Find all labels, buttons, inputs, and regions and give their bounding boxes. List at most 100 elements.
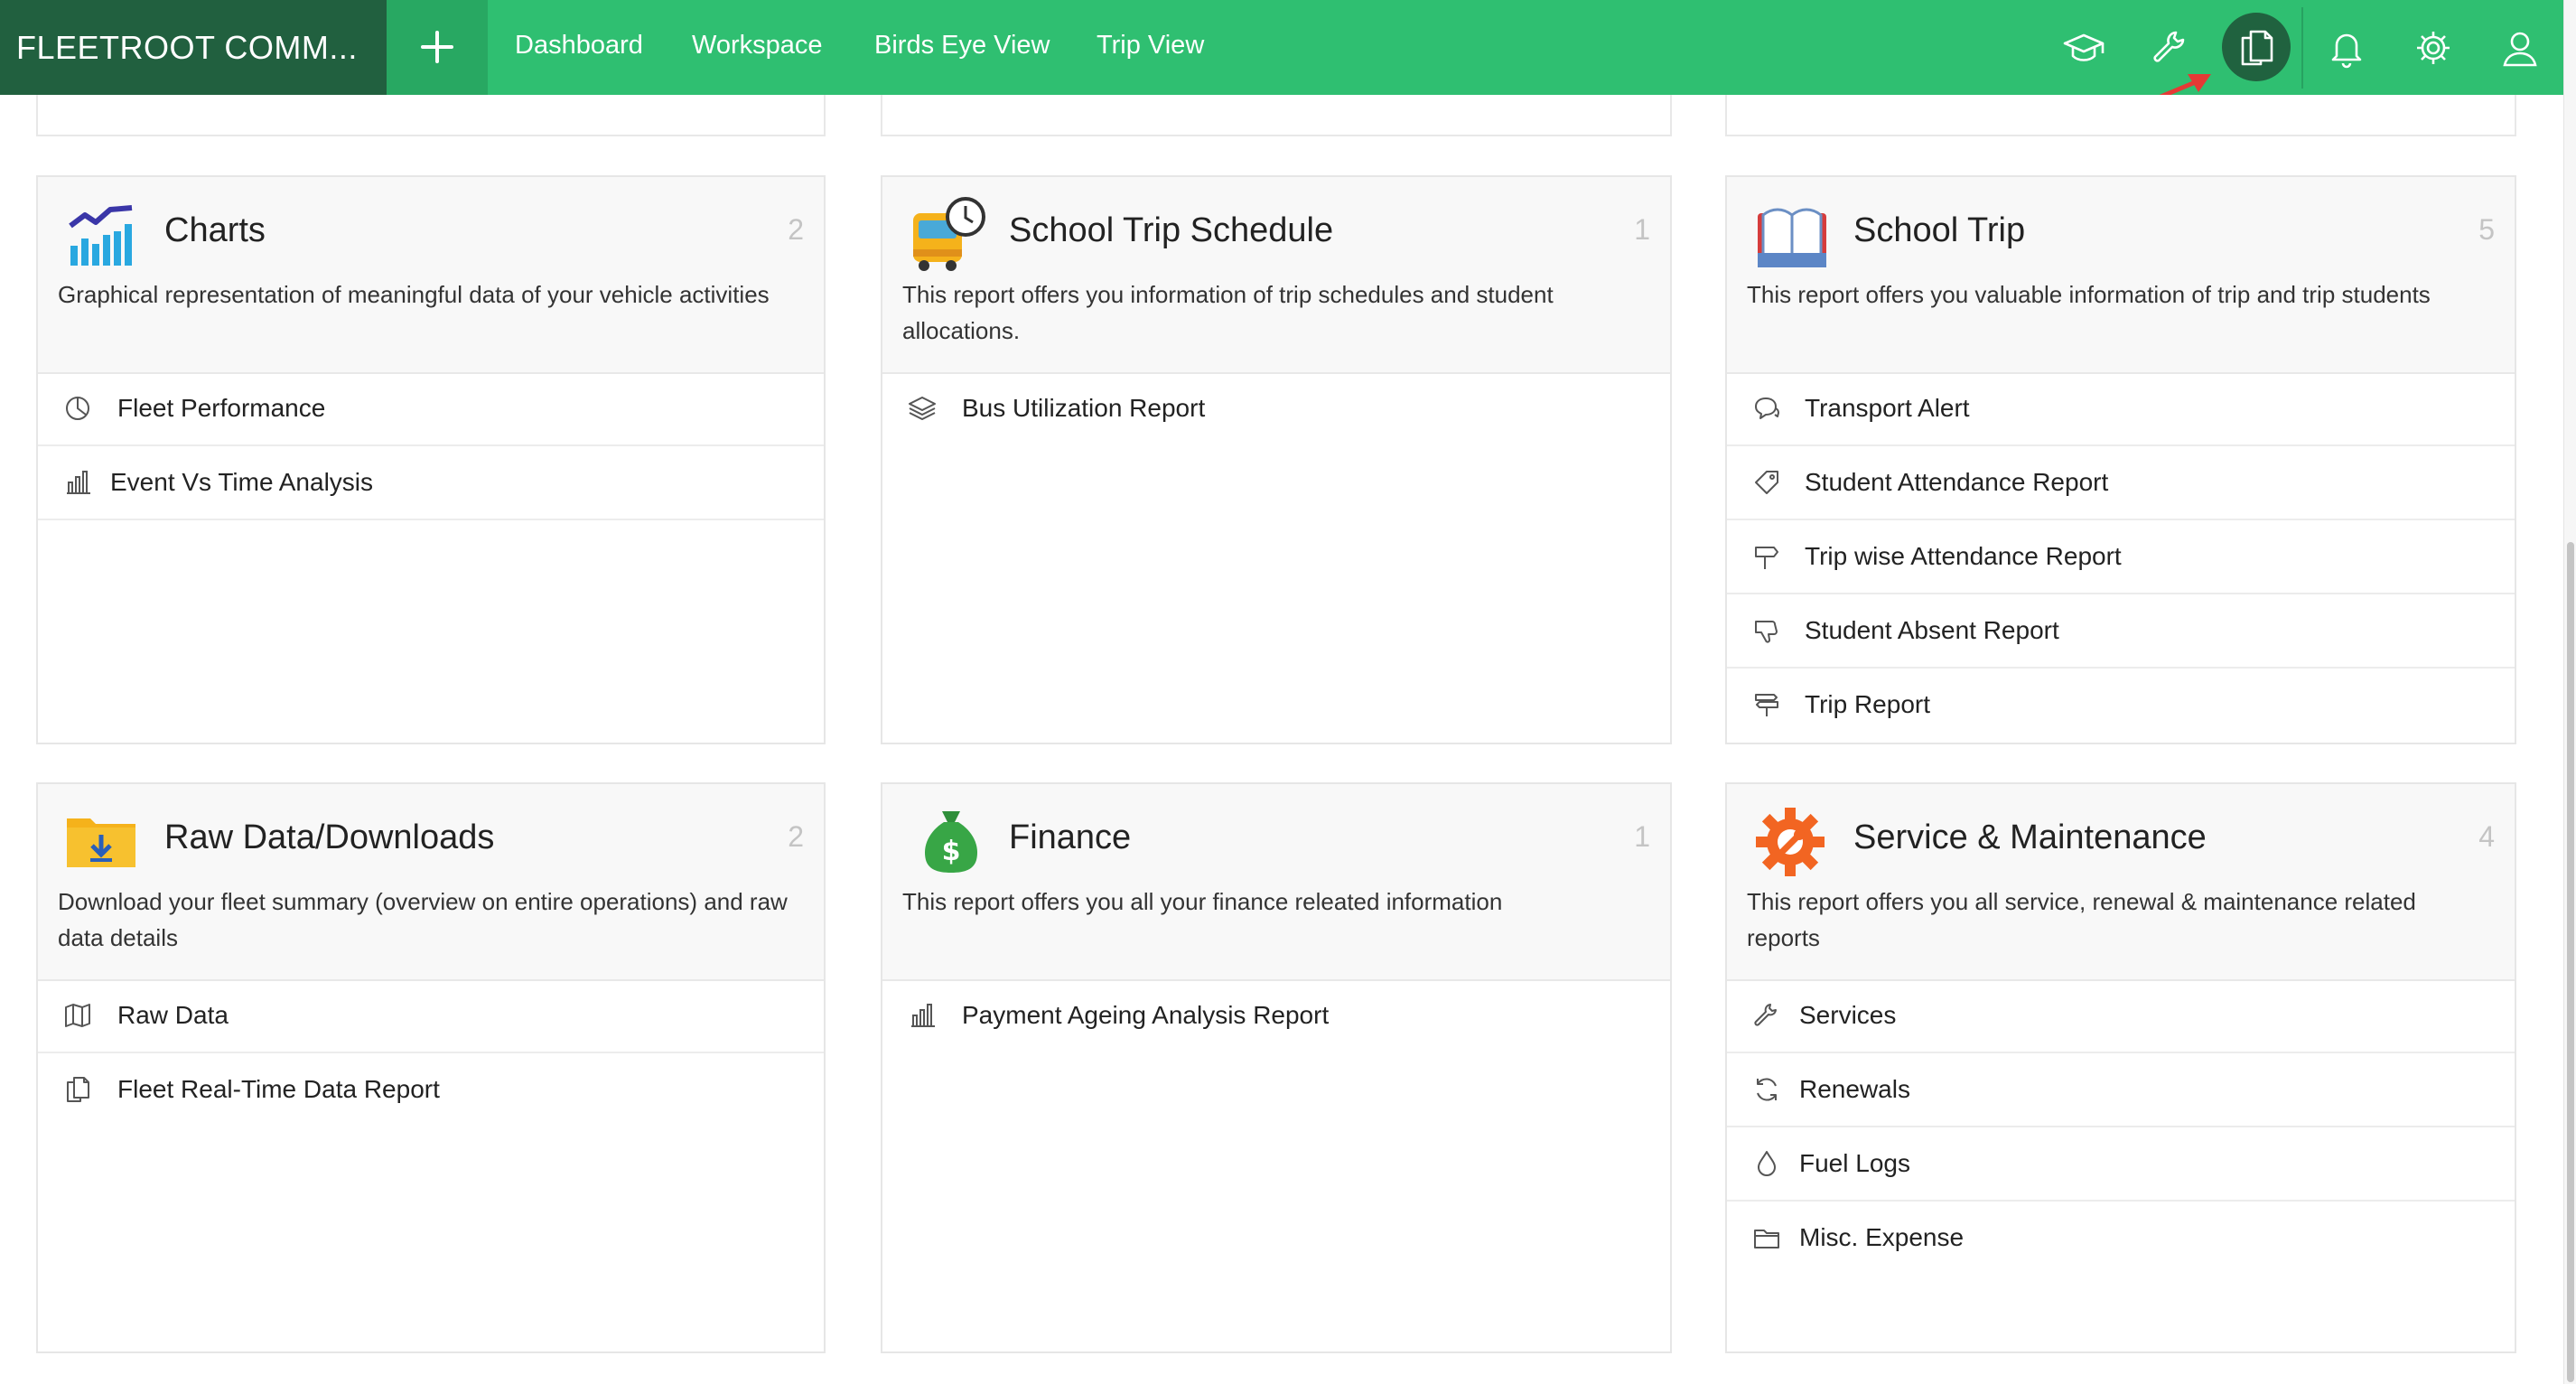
school-bus-clock-icon bbox=[913, 197, 985, 271]
card-raw-data: Raw Data/Downloads 2 Download your fleet… bbox=[36, 782, 826, 1353]
report-item[interactable]: Trip Report bbox=[1727, 669, 2515, 741]
report-item[interactable]: Event Vs Time Analysis bbox=[38, 446, 824, 520]
gear-icon[interactable] bbox=[2411, 25, 2456, 70]
card-header: Charts 2 Graphical representation of mea… bbox=[38, 177, 824, 374]
card-title: School Trip Schedule bbox=[1009, 211, 1334, 249]
card-description: This report offers you valuable informat… bbox=[1747, 281, 2431, 308]
card-count: 2 bbox=[788, 820, 804, 853]
report-item-label: Renewals bbox=[1799, 1075, 1910, 1103]
report-item[interactable]: Raw Data bbox=[38, 979, 824, 1053]
card-description: Graphical representation of meaningful d… bbox=[58, 281, 770, 308]
report-item-label: Transport Alert bbox=[1805, 394, 1970, 422]
reports-icon[interactable] bbox=[2234, 25, 2279, 70]
card-charts: Charts 2 Graphical representation of mea… bbox=[36, 175, 826, 744]
report-item[interactable]: Fleet Real-Time Data Report bbox=[38, 1053, 824, 1126]
card-count: 2 bbox=[788, 213, 804, 246]
map-icon bbox=[65, 1004, 90, 1027]
plus-icon bbox=[421, 31, 453, 63]
report-item-label: Fleet Performance bbox=[117, 394, 326, 422]
signpost-icon bbox=[1755, 547, 1778, 569]
card-title: School Trip bbox=[1853, 211, 2026, 249]
card-title: Service & Maintenance bbox=[1853, 818, 2207, 856]
page-scrollbar[interactable] bbox=[2563, 0, 2576, 1384]
gear-wrench-icon bbox=[1756, 808, 1825, 876]
report-item[interactable]: Payment Ageing Analysis Report bbox=[882, 979, 1670, 1052]
wrench-icon bbox=[1754, 1004, 1777, 1026]
svg-text:$: $ bbox=[942, 836, 961, 867]
card-partial bbox=[881, 95, 1672, 136]
brand-logo[interactable]: FLEETROOT COMM... bbox=[0, 0, 387, 95]
card-description: This report offers you all your finance … bbox=[902, 888, 1503, 915]
report-item-label: Misc. Expense bbox=[1799, 1223, 1965, 1251]
card-header: Service & Maintenance 4 This report offe… bbox=[1727, 784, 2515, 981]
tag-icon bbox=[1755, 471, 1778, 494]
card-title: Raw Data/Downloads bbox=[164, 818, 495, 856]
folder-icon bbox=[1754, 1230, 1779, 1248]
report-item-label: Fleet Real-Time Data Report bbox=[117, 1075, 440, 1103]
card-school-trip-schedule: School Trip Schedule 1 This report offer… bbox=[881, 175, 1672, 744]
card-header: $ Finance 1 This report offers you all y… bbox=[882, 784, 1670, 981]
add-button[interactable] bbox=[387, 0, 488, 95]
toolbar-divider bbox=[2301, 7, 2303, 89]
user-icon[interactable] bbox=[2497, 25, 2543, 70]
report-item[interactable]: Fuel Logs bbox=[1727, 1127, 2515, 1202]
drop-icon bbox=[1758, 1151, 1776, 1176]
card-count: 1 bbox=[1634, 820, 1650, 853]
card-finance: $ Finance 1 This report offers you all y… bbox=[881, 782, 1672, 1353]
bar-chart-icon bbox=[911, 1004, 935, 1027]
wrench-icon[interactable] bbox=[2148, 25, 2193, 70]
card-title: Finance bbox=[1009, 818, 1132, 856]
nav-trip-view[interactable]: Trip View bbox=[1097, 0, 1204, 95]
card-description: This report offers you information of tr… bbox=[902, 281, 1554, 344]
open-book-icon bbox=[1758, 208, 1826, 267]
card-title: Charts bbox=[164, 211, 266, 249]
nav-birds-eye-view[interactable]: Birds Eye View bbox=[874, 0, 1050, 95]
report-item-label: Student Attendance Report bbox=[1805, 468, 2109, 496]
pie-icon bbox=[66, 397, 89, 420]
report-item-label: Trip Report bbox=[1805, 690, 1931, 718]
bell-icon[interactable] bbox=[2324, 25, 2369, 70]
report-item[interactable]: Misc. Expense bbox=[1727, 1202, 2515, 1274]
nav-workspace[interactable]: Workspace bbox=[692, 0, 823, 95]
card-school-trip: School Trip 5 This report offers you val… bbox=[1725, 175, 2516, 744]
thumbs-down-icon bbox=[1755, 621, 1778, 643]
card-description: Download your fleet summary (overview on… bbox=[58, 888, 788, 951]
report-item[interactable]: Transport Alert bbox=[1727, 372, 2515, 446]
card-service-maintenance: Service & Maintenance 4 This report offe… bbox=[1725, 782, 2516, 1353]
card-header: School Trip 5 This report offers you val… bbox=[1727, 177, 2515, 374]
report-item[interactable]: Trip wise Attendance Report bbox=[1727, 520, 2515, 594]
report-item[interactable]: Bus Utilization Report bbox=[882, 372, 1670, 444]
card-count: 5 bbox=[2478, 213, 2495, 246]
report-item-label: Event Vs Time Analysis bbox=[110, 468, 374, 496]
report-item-label: Raw Data bbox=[117, 1001, 229, 1029]
layers-icon bbox=[909, 397, 936, 420]
money-bag-icon: $ bbox=[924, 811, 978, 873]
nav-dashboard[interactable]: Dashboard bbox=[515, 0, 643, 95]
report-item[interactable]: Renewals bbox=[1727, 1053, 2515, 1127]
graduation-cap-icon[interactable] bbox=[2061, 25, 2106, 70]
card-header: School Trip Schedule 1 This report offer… bbox=[882, 177, 1670, 374]
copy-icon bbox=[67, 1077, 89, 1102]
brand-name: FLEETROOT COMM... bbox=[16, 29, 358, 66]
report-item[interactable]: Student Absent Report bbox=[1727, 594, 2515, 669]
chat-icon bbox=[1755, 397, 1779, 419]
report-item-label: Fuel Logs bbox=[1799, 1149, 1910, 1177]
report-item[interactable]: Services bbox=[1727, 979, 2515, 1053]
card-partial bbox=[1725, 95, 2516, 136]
card-header: Raw Data/Downloads 2 Download your fleet… bbox=[38, 784, 824, 981]
download-folder-icon bbox=[67, 818, 135, 867]
report-item[interactable]: Fleet Performance bbox=[38, 372, 824, 446]
card-count: 4 bbox=[2478, 820, 2495, 853]
directions-icon bbox=[1755, 694, 1778, 716]
card-count: 1 bbox=[1634, 213, 1650, 246]
card-partial bbox=[36, 95, 826, 136]
report-item-label: Payment Ageing Analysis Report bbox=[962, 1001, 1330, 1029]
report-item-label: Services bbox=[1799, 1001, 1897, 1029]
scrollbar-thumb[interactable] bbox=[2567, 542, 2574, 1382]
report-item-label: Bus Utilization Report bbox=[962, 394, 1206, 422]
report-item-label: Student Absent Report bbox=[1805, 616, 2059, 644]
refresh-icon bbox=[1757, 1078, 1777, 1101]
report-item-label: Trip wise Attendance Report bbox=[1805, 542, 2122, 570]
bar-chart-icon bbox=[67, 471, 90, 494]
report-item[interactable]: Student Attendance Report bbox=[1727, 446, 2515, 520]
